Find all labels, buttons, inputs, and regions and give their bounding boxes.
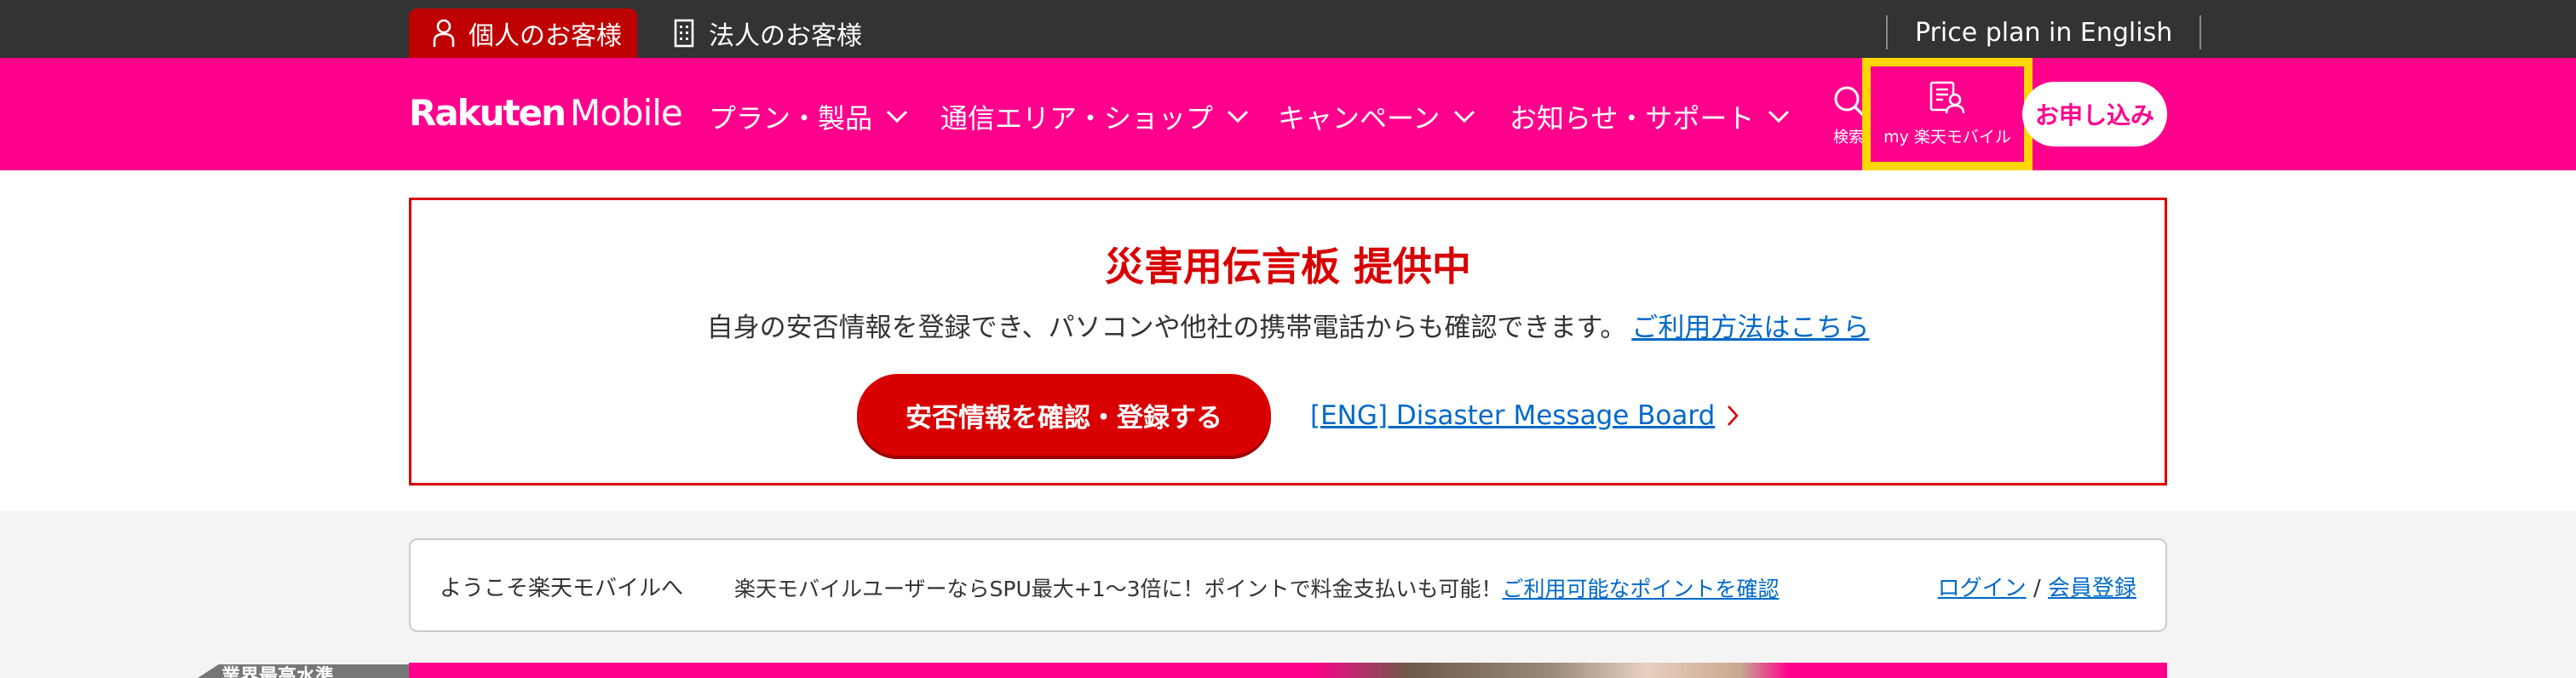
logo-text-bold: Rakuten <box>409 92 566 134</box>
search-icon <box>1831 83 1866 122</box>
hero-banner[interactable] <box>409 663 2167 678</box>
nav-item-label: 通信エリア・ショップ <box>940 102 1214 135</box>
tab-personal-label: 個人のお客様 <box>469 21 622 51</box>
chevron-down-icon <box>1453 110 1475 124</box>
mypage-label: my 楽天モバイル <box>1883 128 2011 147</box>
tab-corporate[interactable]: 法人のお客様 <box>666 9 888 58</box>
chevron-down-icon <box>1768 110 1790 124</box>
top-bar: 個人のお客様 法人のお客様 Price plan in English <box>0 0 2576 58</box>
points-link[interactable]: ご利用可能なポイントを確認 <box>1503 577 1780 601</box>
english-disaster-board-label: [ENG] Disaster Message Board <box>1310 400 1716 431</box>
login-link[interactable]: ログイン <box>1938 576 2027 601</box>
disaster-notice: 災害用伝言板 提供中 自身の安否情報を登録でき、パソコンや他社の携帯電話からも確… <box>409 198 2167 486</box>
nav-item-label: お知らせ・サポート <box>1509 102 1755 135</box>
welcome-message: 楽天モバイルユーザーならSPU最大+1〜3倍に！ポイントで料金支払いも可能！ご利… <box>734 572 1780 603</box>
chevron-down-icon <box>886 110 908 124</box>
nav-item-plans[interactable]: プラン・製品 <box>709 95 908 138</box>
disaster-notice-title: 災害用伝言板 提供中 <box>1104 244 1471 290</box>
chevron-down-icon <box>1227 110 1249 124</box>
tab-corporate-label: 法人のお客様 <box>709 21 862 51</box>
nav-item-label: プラン・製品 <box>709 102 873 135</box>
disaster-notice-text: 自身の安否情報を登録でき、パソコンや他社の携帯電話からも確認できます。 <box>706 313 1627 343</box>
nav-item-news-support[interactable]: お知らせ・サポート <box>1509 95 1790 138</box>
apply-button[interactable]: お申し込み <box>2022 82 2167 147</box>
rakuten-mobile-logo[interactable]: Rakuten Mobile <box>409 92 683 138</box>
register-link[interactable]: 会員登録 <box>2048 576 2136 601</box>
price-plan-english-link[interactable]: Price plan in English <box>1886 15 2202 49</box>
howto-link[interactable]: ご利用方法はこちら <box>1631 313 1869 343</box>
person-icon <box>429 16 458 50</box>
logo-text-light: Mobile <box>569 92 683 134</box>
disaster-notice-description: 自身の安否情報を登録でき、パソコンや他社の携帯電話からも確認できます。 ご利用方法… <box>411 306 2165 344</box>
nav-item-campaign[interactable]: キャンペーン <box>1278 95 1475 138</box>
my-rakuten-mobile-button[interactable]: my 楽天モバイル <box>1862 58 2033 170</box>
chevron-right-icon <box>1727 405 1739 427</box>
member-icon <box>1929 81 1965 119</box>
welcome-greeting: ようこそ楽天モバイルへ <box>440 576 684 601</box>
building-icon <box>670 16 699 50</box>
welcome-message-text: 楽天モバイルユーザーならSPU最大+1〜3倍に！ポイントで料金支払いも可能！ <box>734 577 1503 601</box>
tab-personal[interactable]: 個人のお客様 <box>409 9 637 58</box>
nav-item-area-shop[interactable]: 通信エリア・ショップ <box>940 95 1249 138</box>
account-separator: / <box>2033 576 2041 601</box>
side-tag: 業界最高水準 <box>198 664 409 678</box>
welcome-bar: ようこそ楽天モバイルへ 楽天モバイルユーザーならSPU最大+1〜3倍に！ポイント… <box>409 538 2167 632</box>
account-links: ログイン / 会員登録 <box>1938 571 2136 602</box>
main-nav: Rakuten Mobile プラン・製品 通信エリア・ショップ キャンペーン … <box>0 58 2576 170</box>
safety-info-button[interactable]: 安否情報を確認・登録する <box>857 374 1271 456</box>
nav-item-label: キャンペーン <box>1278 102 1440 135</box>
english-disaster-board-link[interactable]: [ENG] Disaster Message Board <box>1310 394 1739 437</box>
search-label: 検索 <box>1833 129 1864 145</box>
hero-image <box>1312 663 1789 678</box>
